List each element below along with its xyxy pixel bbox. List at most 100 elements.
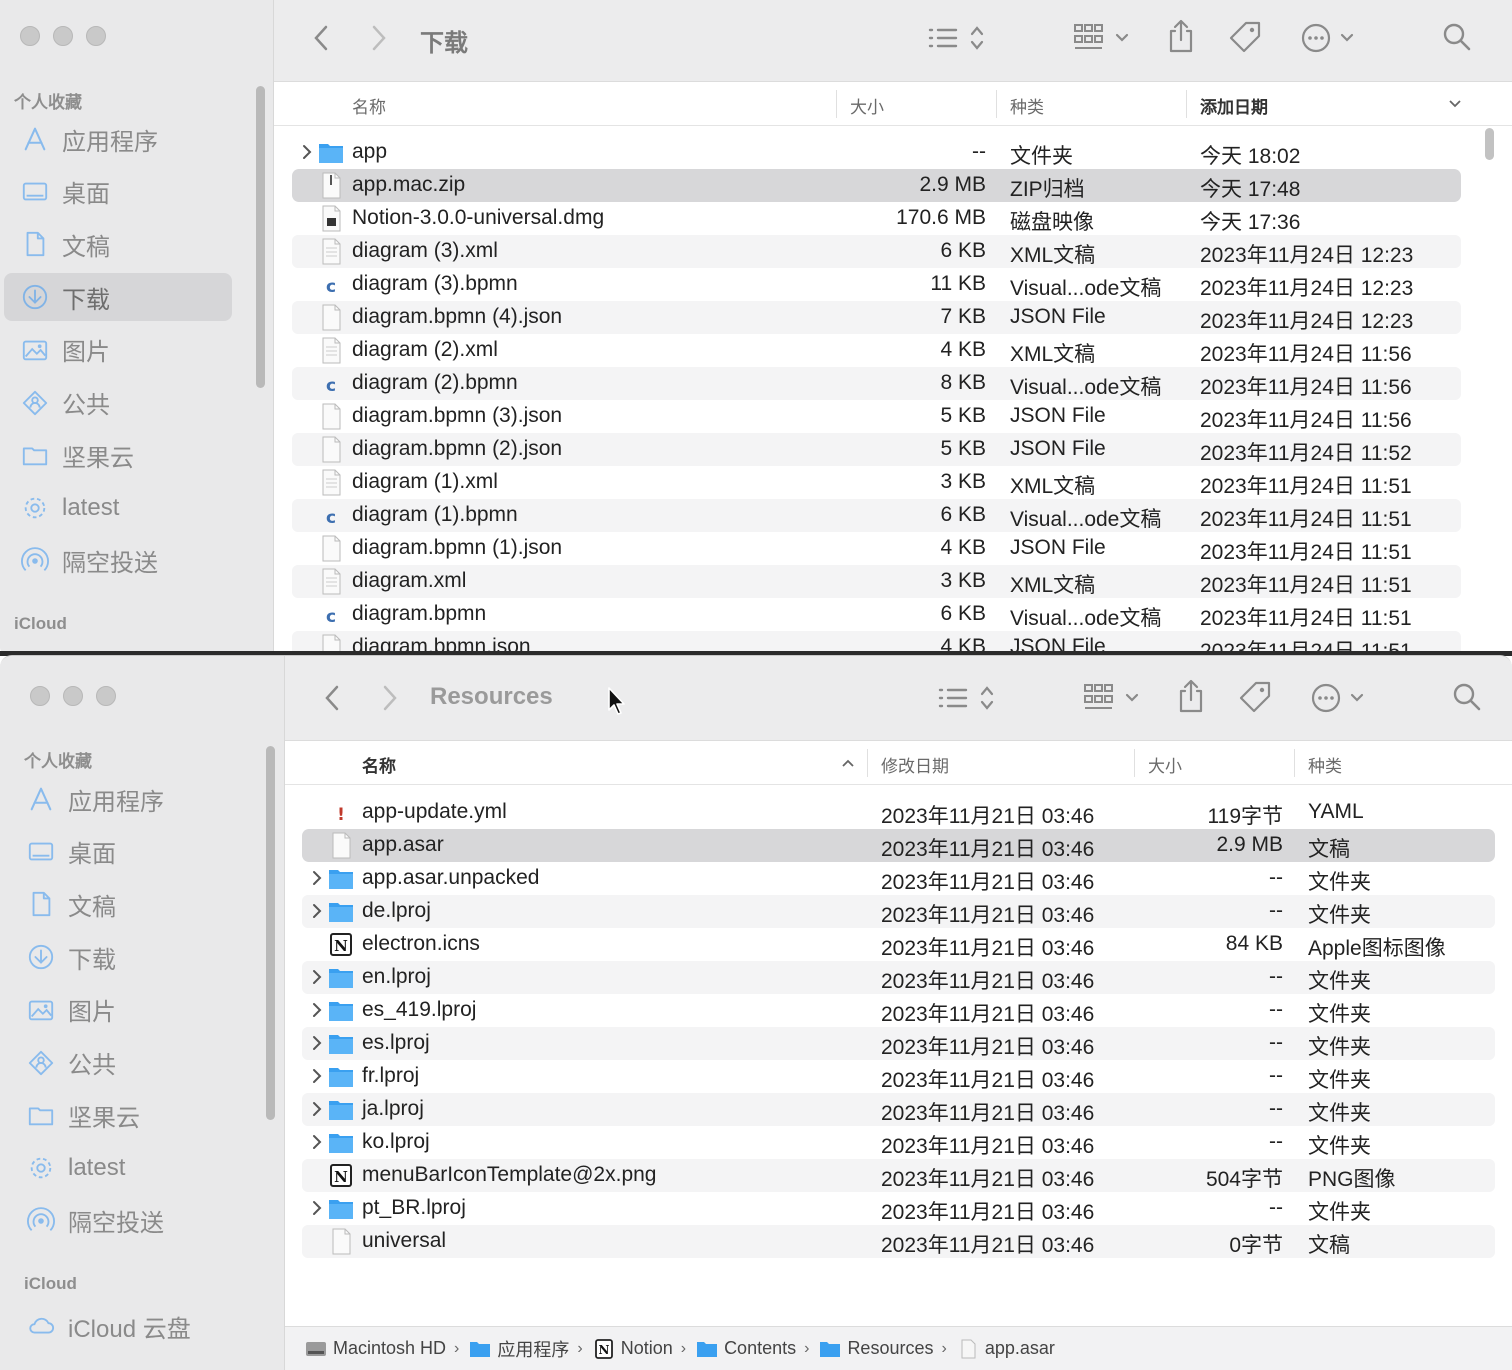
path-crumb[interactable]: 应用程序 › bbox=[469, 1336, 583, 1362]
disclosure-chevron-icon[interactable] bbox=[310, 968, 324, 986]
more-actions-icon[interactable] bbox=[1300, 22, 1362, 54]
disclosure-chevron-icon[interactable] bbox=[310, 902, 324, 920]
minimize-button[interactable] bbox=[53, 26, 73, 46]
file-size: 8 KB bbox=[940, 371, 986, 394]
forward-chevron-icon[interactable] bbox=[379, 684, 401, 712]
sidebar-item-icloud-drive[interactable]: iCloud 云盘 bbox=[10, 1302, 270, 1350]
close-button[interactable] bbox=[20, 26, 40, 46]
table-row[interactable]: app -- 文件夹 今天 18:02 bbox=[292, 136, 1461, 169]
path-crumb[interactable]: Resources › bbox=[819, 1338, 947, 1359]
sidebar-item-document[interactable]: 文稿 bbox=[4, 220, 232, 268]
more-actions-icon[interactable] bbox=[1310, 682, 1372, 714]
table-row[interactable]: Notion-3.0.0-universal.dmg 170.6 MB 磁盘映像 今天… bbox=[292, 202, 1461, 235]
table-row[interactable]: ja.lproj 2023年11月21日 03:46 -- 文件夹 bbox=[302, 1093, 1495, 1126]
table-row[interactable]: NmenuBarIconTemplate@2x.png 2023年11月21日 0… bbox=[302, 1159, 1495, 1192]
disclosure-chevron-icon[interactable] bbox=[300, 143, 314, 161]
back-chevron-icon[interactable] bbox=[321, 684, 343, 712]
sidebar-item-apps[interactable]: 应用程序 bbox=[4, 115, 232, 163]
disclosure-chevron-icon[interactable] bbox=[310, 1199, 324, 1217]
table-row[interactable]: diagram.xml 3 KB XML文稿 2023年11月24日 11:51 bbox=[292, 565, 1461, 598]
share-icon[interactable] bbox=[1166, 18, 1196, 54]
disclosure-chevron-icon[interactable] bbox=[310, 1001, 324, 1019]
sidebar-item-apps[interactable]: 应用程序 bbox=[10, 775, 250, 823]
table-row[interactable]: de.lproj 2023年11月21日 03:46 -- 文件夹 bbox=[302, 895, 1495, 928]
tag-icon[interactable] bbox=[1238, 680, 1272, 714]
group-view-icon[interactable] bbox=[1072, 22, 1134, 54]
path-crumb[interactable]: Macintosh HD › bbox=[305, 1338, 459, 1359]
zoom-button[interactable] bbox=[86, 26, 106, 46]
path-crumb[interactable]: N Notion › bbox=[593, 1338, 686, 1359]
search-icon[interactable] bbox=[1452, 682, 1482, 712]
forward-chevron-icon[interactable] bbox=[368, 24, 390, 52]
table-row[interactable]: es_419.lproj 2023年11月21日 03:46 -- 文件夹 bbox=[302, 994, 1495, 1027]
table-row[interactable]: diagram.bpmn.json 4 KB JSON File 2023年11月24… bbox=[292, 631, 1461, 652]
table-row[interactable]: es.lproj 2023年11月21日 03:46 -- 文件夹 bbox=[302, 1027, 1495, 1060]
sidebar-item-label: 隔空投送 bbox=[62, 550, 158, 578]
search-icon[interactable] bbox=[1442, 22, 1472, 52]
column-modified[interactable]: 修改日期 bbox=[881, 752, 949, 777]
sidebar-scrollbar[interactable] bbox=[256, 86, 265, 388]
sidebar-item-airdrop[interactable]: 隔空投送 bbox=[4, 537, 232, 585]
sidebar-item-download[interactable]: 下载 bbox=[10, 933, 250, 981]
minimize-button[interactable] bbox=[63, 686, 83, 706]
sidebar-item-photo[interactable]: 图片 bbox=[10, 986, 250, 1034]
sidebar-item-shared[interactable]: 公共 bbox=[10, 1039, 250, 1087]
table-row[interactable]: ! app-update.yml 2023年11月21日 03:46 119字节 YAM… bbox=[302, 796, 1495, 829]
column-size[interactable]: 大小 bbox=[850, 93, 884, 118]
table-row[interactable]: app.mac.zip 2.9 MB ZIP归档 今天 17:48 bbox=[292, 169, 1461, 202]
table-row[interactable]: Nelectron.icns 2023年11月21日 03:46 84 KB Appl… bbox=[302, 928, 1495, 961]
sidebar-item-folder[interactable]: 坚果云 bbox=[10, 1091, 250, 1139]
sidebar-item-gear[interactable]: latest bbox=[10, 1144, 250, 1192]
table-row[interactable]: app.asar.unpacked 2023年11月21日 03:46 -- 文件夹 bbox=[302, 862, 1495, 895]
table-row[interactable]: diagram (1).xml 3 KB XML文稿 2023年11月24日 11:5… bbox=[292, 466, 1461, 499]
sidebar-item-gear[interactable]: latest bbox=[4, 484, 232, 532]
disclosure-chevron-icon[interactable] bbox=[310, 1067, 324, 1085]
tag-icon[interactable] bbox=[1228, 20, 1262, 54]
share-icon[interactable] bbox=[1176, 678, 1206, 714]
disclosure-chevron-icon[interactable] bbox=[310, 1100, 324, 1118]
group-view-icon[interactable] bbox=[1082, 682, 1144, 714]
table-row[interactable]: diagram.bpmn (4).json 7 KB JSON File 2023年1… bbox=[292, 301, 1461, 334]
table-row[interactable]: fr.lproj 2023年11月21日 03:46 -- 文件夹 bbox=[302, 1060, 1495, 1093]
column-name[interactable]: 名称 bbox=[352, 93, 386, 118]
table-row[interactable]: pt_BR.lproj 2023年11月21日 03:46 -- 文件夹 bbox=[302, 1192, 1495, 1225]
sidebar-item-document[interactable]: 文稿 bbox=[10, 880, 250, 928]
table-row[interactable]: c diagram (2).bpmn 8 KB Visual...ode文稿 2023年… bbox=[292, 367, 1461, 400]
table-row[interactable]: app.asar 2023年11月21日 03:46 2.9 MB 文稿 bbox=[302, 829, 1495, 862]
sidebar-item-download[interactable]: 下载 bbox=[4, 273, 232, 322]
file-list-scrollbar[interactable] bbox=[1485, 128, 1494, 160]
disclosure-chevron-icon[interactable] bbox=[310, 1034, 324, 1052]
table-row[interactable]: c diagram.bpmn 6 KB Visual...ode文稿 2023年11月2… bbox=[292, 598, 1461, 631]
column-date-added[interactable]: 添加日期 bbox=[1200, 93, 1268, 118]
path-crumb[interactable]: app.asar bbox=[957, 1338, 1055, 1359]
table-row[interactable]: universal 2023年11月21日 03:46 0字节 文稿 bbox=[302, 1225, 1495, 1258]
sidebar-item-desktop[interactable]: 桌面 bbox=[4, 168, 232, 216]
sidebar-item-airdrop[interactable]: 隔空投送 bbox=[10, 1197, 250, 1245]
table-row[interactable]: diagram.bpmn (1).json 4 KB JSON File 2023年1… bbox=[292, 532, 1461, 565]
close-button[interactable] bbox=[30, 686, 50, 706]
zoom-button[interactable] bbox=[96, 686, 116, 706]
column-name[interactable]: 名称 bbox=[362, 752, 396, 777]
table-row[interactable]: c diagram (3).bpmn 11 KB Visual...ode文稿 2023… bbox=[292, 268, 1461, 301]
list-view-icon[interactable] bbox=[936, 684, 1000, 712]
disclosure-chevron-icon[interactable] bbox=[310, 869, 324, 887]
column-size[interactable]: 大小 bbox=[1148, 752, 1182, 777]
column-kind[interactable]: 种类 bbox=[1010, 93, 1044, 118]
sidebar-item-desktop[interactable]: 桌面 bbox=[10, 828, 250, 876]
sidebar-item-shared[interactable]: 公共 bbox=[4, 379, 232, 427]
table-row[interactable]: diagram.bpmn (2).json 5 KB JSON File 2023年1… bbox=[292, 433, 1461, 466]
column-kind[interactable]: 种类 bbox=[1308, 752, 1342, 777]
back-chevron-icon[interactable] bbox=[310, 24, 332, 52]
disclosure-chevron-icon[interactable] bbox=[310, 1133, 324, 1151]
table-row[interactable]: diagram (2).xml 4 KB XML文稿 2023年11月24日 11:5… bbox=[292, 334, 1461, 367]
path-crumb[interactable]: Contents › bbox=[696, 1338, 809, 1359]
table-row[interactable]: diagram.bpmn (3).json 5 KB JSON File 2023年1… bbox=[292, 400, 1461, 433]
table-row[interactable]: en.lproj 2023年11月21日 03:46 -- 文件夹 bbox=[302, 961, 1495, 994]
sidebar-item-folder[interactable]: 坚果云 bbox=[4, 431, 232, 479]
sidebar-scrollbar[interactable] bbox=[266, 746, 275, 1120]
sidebar-item-photo[interactable]: 图片 bbox=[4, 326, 232, 374]
table-row[interactable]: diagram (3).xml 6 KB XML文稿 2023年11月24日 12:2… bbox=[292, 235, 1461, 268]
table-row[interactable]: c diagram (1).bpmn 6 KB Visual...ode文稿 2023年… bbox=[292, 499, 1461, 532]
list-view-icon[interactable] bbox=[926, 24, 990, 52]
table-row[interactable]: ko.lproj 2023年11月21日 03:46 -- 文件夹 bbox=[302, 1126, 1495, 1159]
